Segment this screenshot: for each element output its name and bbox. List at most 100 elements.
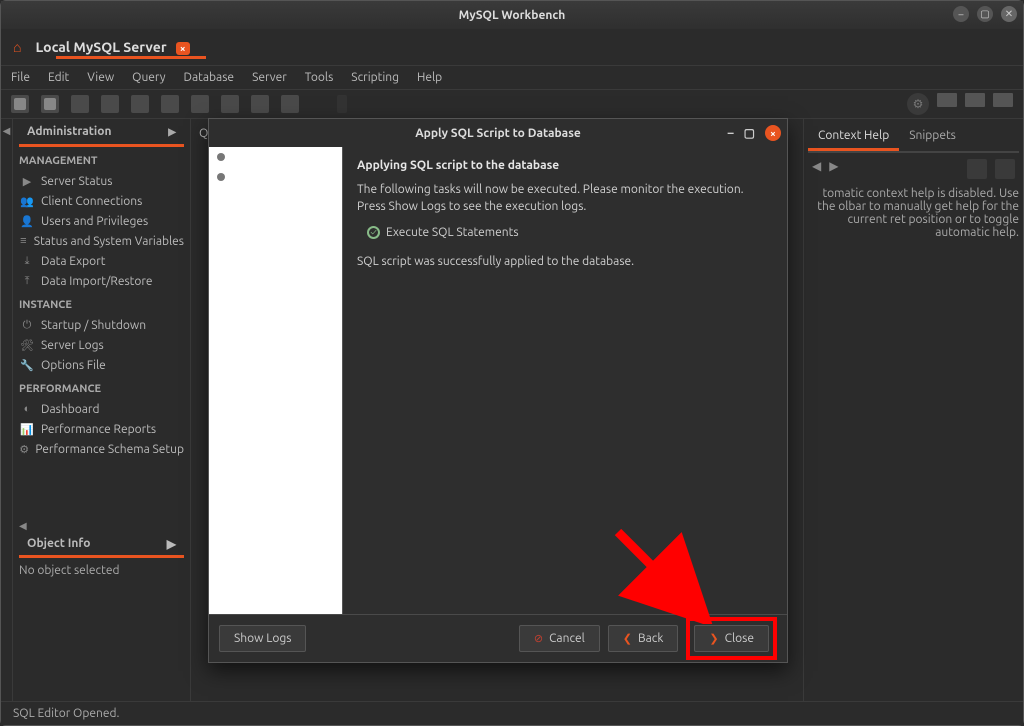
dialog-step-1 (209, 147, 342, 167)
menu-query[interactable]: Query (132, 71, 165, 84)
dialog-step-2 (209, 167, 342, 187)
perf-reports-icon: 📊 (19, 421, 35, 437)
toolbar-icon-4[interactable] (101, 95, 119, 113)
chevron-right-icon: ▶ (167, 537, 176, 551)
toggle-left-pane-icon[interactable] (937, 93, 957, 107)
nav-performance-schema-setup[interactable]: ⚙Performance Schema Setup (13, 439, 190, 459)
window-close-button[interactable]: ✕ (1001, 6, 1017, 22)
dialog-main: Applying SQL script to the database The … (343, 147, 787, 614)
nav-client-connections[interactable]: 👥Client Connections (13, 191, 190, 211)
logs-icon: 🛠 (19, 337, 35, 353)
chevron-right-icon: ▶ (168, 126, 176, 138)
rp-toolbar-icon-1[interactable] (967, 159, 987, 179)
nav-status-variables[interactable]: ≡Status and System Variables (13, 231, 190, 251)
dialog-footer: Show Logs ⊘Cancel ❮Back ❯Close (209, 614, 787, 662)
menu-tools[interactable]: Tools (305, 71, 334, 84)
rp-nav-right-icon[interactable]: ▶ (829, 159, 838, 179)
toolbar-icon-7[interactable] (191, 95, 209, 113)
rp-nav-left-icon[interactable]: ◀ (812, 159, 821, 179)
menu-scripting[interactable]: Scripting (351, 71, 399, 84)
dialog-titlebar: Apply SQL Script to Database – ▢ × (209, 119, 787, 147)
menu-file[interactable]: File (11, 71, 30, 84)
menubar: File Edit View Query Database Server Too… (1, 65, 1023, 89)
home-icon[interactable]: ⌂ (13, 39, 21, 55)
dialog-minimize-button[interactable]: – (728, 127, 734, 140)
dashboard-icon: ◐ (19, 401, 35, 417)
tab-snippets[interactable]: Snippets (899, 123, 966, 151)
data-import-icon: ⤒ (19, 273, 35, 289)
tab-context-help[interactable]: Context Help (808, 123, 899, 151)
menu-database[interactable]: Database (184, 71, 235, 84)
dialog-result: SQL script was successfully applied to t… (357, 255, 773, 268)
chevron-right-icon: ❯ (709, 632, 718, 645)
section-management-label: MANAGEMENT (13, 147, 190, 171)
object-info-header[interactable]: Object Info ▶ (19, 532, 184, 558)
right-panel: Context Help Snippets ◀ ▶ tomatic contex… (803, 119, 1023, 701)
nav-data-export[interactable]: ⤓Data Export (13, 251, 190, 271)
menu-help[interactable]: Help (417, 71, 442, 84)
startup-icon: ⏻ (19, 317, 35, 333)
connection-tab-bar: ⌂ Local MySQL Server × (1, 29, 1023, 65)
statusbar-text: SQL Editor Opened. (13, 707, 119, 720)
nav-options-file[interactable]: 🔧Options File (13, 355, 190, 375)
sidebar-tab-label: Administration (27, 125, 112, 138)
toolbar-icon-5[interactable] (131, 95, 149, 113)
toolbar-icon-10[interactable] (281, 95, 299, 113)
new-sql-tab-icon[interactable] (11, 95, 29, 113)
cancel-icon: ⊘ (534, 632, 543, 645)
minimize-button[interactable]: – (953, 6, 969, 22)
check-icon: ✓ (367, 226, 380, 239)
dialog-step-list (209, 147, 343, 614)
nav-server-logs[interactable]: 🛠Server Logs (13, 335, 190, 355)
dialog-close-x-button[interactable]: × (765, 125, 781, 141)
close-button[interactable]: ❯Close (694, 625, 769, 652)
dialog-task-1: ✓ Execute SQL Statements (367, 226, 773, 239)
toolbar-icon-8[interactable] (221, 95, 239, 113)
show-logs-button[interactable]: Show Logs (219, 625, 306, 652)
app-title: MySQL Workbench (459, 9, 566, 22)
dialog-heading: Applying SQL script to the database (357, 159, 773, 172)
cancel-button[interactable]: ⊘Cancel (519, 625, 600, 652)
rp-toolbar-icon-2[interactable] (995, 159, 1015, 179)
menu-view[interactable]: View (87, 71, 114, 84)
section-instance-label: INSTANCE (13, 291, 190, 315)
toggle-bottom-pane-icon[interactable] (965, 93, 985, 107)
back-button[interactable]: ❮Back (608, 625, 679, 652)
menu-server[interactable]: Server (252, 71, 287, 84)
annotation-highlight: ❯Close (686, 617, 777, 660)
clients-icon: 👥 (19, 193, 35, 209)
sidebar-collapse-left[interactable]: ◀ (1, 119, 13, 701)
users-icon: 👤 (19, 213, 35, 229)
object-info-label: Object Info (27, 537, 91, 550)
statusbar: SQL Editor Opened. (1, 701, 1023, 725)
nav-server-status[interactable]: ▶Server Status (13, 171, 190, 191)
toolbar-icon-11[interactable] (337, 95, 347, 113)
section-performance-label: PERFORMANCE (13, 375, 190, 399)
chevron-left-icon: ❮ (623, 632, 632, 645)
nav-startup-shutdown[interactable]: ⏻Startup / Shutdown (13, 315, 190, 335)
object-info-message: No object selected (13, 560, 190, 581)
nav-performance-reports[interactable]: 📊Performance Reports (13, 419, 190, 439)
settings-icon[interactable]: ⚙ (907, 93, 929, 115)
open-sql-file-icon[interactable] (41, 95, 59, 113)
toolbar-icon-3[interactable] (71, 95, 89, 113)
titlebar: MySQL Workbench – ▢ ✕ (1, 1, 1023, 29)
nav-dashboard[interactable]: ◐Dashboard (13, 399, 190, 419)
connection-tab-label: Local MySQL Server (35, 39, 166, 55)
nav-users-privileges[interactable]: 👤Users and Privileges (13, 211, 190, 231)
sidebar-tab-administration[interactable]: Administration ▶ (19, 119, 184, 147)
toolbar-icon-6[interactable] (161, 95, 179, 113)
nav-data-import[interactable]: ⤒Data Import/Restore (13, 271, 190, 291)
status-vars-icon: ≡ (19, 233, 28, 249)
apply-sql-dialog: Apply SQL Script to Database – ▢ × Apply… (208, 118, 788, 663)
options-icon: 🔧 (19, 357, 35, 373)
menu-edit[interactable]: Edit (48, 71, 69, 84)
connection-tab-close-icon[interactable]: × (176, 42, 190, 55)
dialog-maximize-button[interactable]: ▢ (744, 126, 755, 140)
toolbar: ⚙ (1, 89, 1023, 119)
toolbar-icon-9[interactable] (251, 95, 269, 113)
toggle-right-pane-icon[interactable] (993, 93, 1013, 107)
maximize-button[interactable]: ▢ (977, 6, 993, 22)
dialog-instruction: The following tasks will now be executed… (357, 182, 773, 216)
server-status-icon: ▶ (19, 173, 35, 189)
